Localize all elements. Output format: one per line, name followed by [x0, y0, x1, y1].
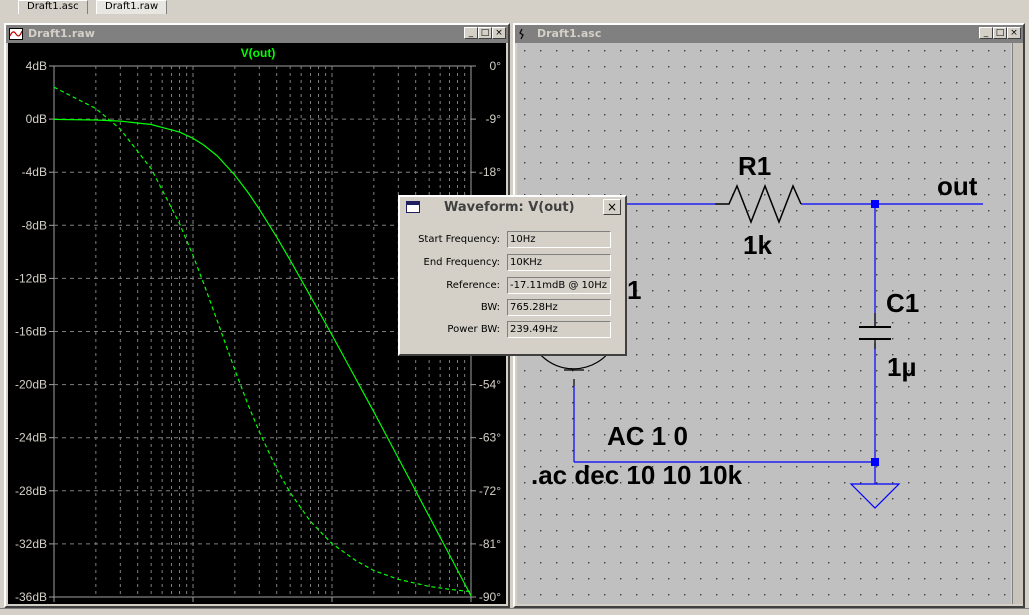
power-bw-label: Power BW:: [447, 324, 500, 335]
y-right-tick-label: -72°: [479, 484, 501, 498]
y-left-tick-label: -12dB: [15, 271, 47, 285]
c1-name-label[interactable]: C1: [886, 288, 919, 318]
bw-field[interactable]: 765.28Hz: [507, 299, 611, 316]
bw-label: BW:: [480, 302, 500, 313]
dialog-titlebar[interactable]: Waveform: V(out) ×: [400, 197, 625, 219]
junction-dot: [871, 458, 879, 466]
spice-directive[interactable]: .ac dec 10 10 10k: [531, 460, 743, 490]
vertical-scrollbar[interactable]: [1012, 43, 1023, 604]
schematic-window-title: Draft1.asc: [537, 27, 602, 40]
y-right-tick-label: -54°: [479, 378, 501, 392]
reference-label: Reference:: [446, 280, 500, 291]
waveform-info-dialog: Waveform: V(out) × Start Frequency: 10Hz…: [398, 195, 627, 356]
end-frequency-label: End Frequency:: [423, 257, 500, 268]
waveform-icon: [9, 28, 23, 40]
end-frequency-row: End Frequency: 10KHz: [406, 254, 614, 272]
bw-row: BW: 765.28Hz: [406, 299, 614, 317]
reference-field[interactable]: -17.11mdB @ 10Hz: [507, 277, 611, 294]
document-tab-bar: Draft1.asc Draft1.raw: [0, 0, 1029, 14]
y-left-tick-label: -36dB: [15, 590, 47, 604]
schematic-window-titlebar[interactable]: Draft1.asc _ □ ×: [515, 25, 1023, 43]
v1-name-label[interactable]: 1: [627, 275, 641, 305]
end-frequency-field[interactable]: 10KHz: [507, 254, 611, 271]
y-right-tick-label: -81°: [479, 537, 501, 551]
y-left-tick-label: -4dB: [22, 165, 47, 179]
dialog-title: Waveform: V(out): [444, 200, 575, 215]
v1-value-label[interactable]: AC 1 0: [607, 421, 688, 451]
restore-button[interactable]: □: [478, 27, 492, 39]
y-right-tick-label: 0°: [490, 59, 502, 73]
y-right-tick-label: -63°: [479, 431, 501, 445]
dialog-close-button[interactable]: ×: [603, 199, 621, 215]
trace-label-vout[interactable]: V(out): [241, 46, 276, 60]
waveform-window-title: Draft1.raw: [28, 27, 95, 40]
y-right-tick-label: -9°: [486, 112, 502, 126]
y-left-tick-label: -28dB: [15, 484, 47, 498]
y-right-tick-label: -18°: [479, 165, 501, 179]
y-left-tick-label: -16dB: [15, 325, 47, 339]
net-label-out[interactable]: out: [937, 171, 978, 201]
schematic-icon: [519, 28, 524, 40]
start-frequency-field[interactable]: 10Hz: [507, 231, 611, 248]
power-bw-field[interactable]: 239.49Hz: [507, 321, 611, 338]
y-left-tick-label: 4dB: [26, 59, 47, 73]
close-button[interactable]: ×: [492, 27, 506, 39]
restore-button[interactable]: □: [993, 27, 1007, 39]
start-frequency-label: Start Frequency:: [418, 234, 500, 245]
minimize-button[interactable]: _: [464, 27, 478, 39]
r1-name-label[interactable]: R1: [738, 151, 771, 181]
y-left-tick-label: -20dB: [15, 378, 47, 392]
y-left-tick-label: 0dB: [26, 112, 47, 126]
close-button[interactable]: ×: [1007, 27, 1021, 39]
junction-dot: [871, 200, 879, 208]
reference-row: Reference: -17.11mdB @ 10Hz: [406, 277, 614, 295]
tab-draft1-asc[interactable]: Draft1.asc: [18, 0, 88, 14]
y-left-tick-label: -8dB: [22, 218, 47, 232]
tab-draft1-raw[interactable]: Draft1.raw: [96, 0, 168, 14]
minimize-button[interactable]: _: [979, 27, 993, 39]
window-icon: [406, 201, 420, 213]
y-right-tick-label: -90°: [479, 590, 501, 604]
c1-value-label[interactable]: 1µ: [887, 352, 916, 382]
r1-value-label[interactable]: 1k: [743, 230, 772, 260]
power-bw-row: Power BW: 239.49Hz: [406, 321, 614, 339]
start-frequency-row: Start Frequency: 10Hz: [406, 231, 614, 249]
magnitude-trace: [53, 118, 472, 597]
y-left-tick-label: -24dB: [15, 431, 47, 445]
y-left-tick-label: -32dB: [15, 537, 47, 551]
waveform-window-titlebar[interactable]: Draft1.raw _ □ ×: [6, 25, 508, 43]
